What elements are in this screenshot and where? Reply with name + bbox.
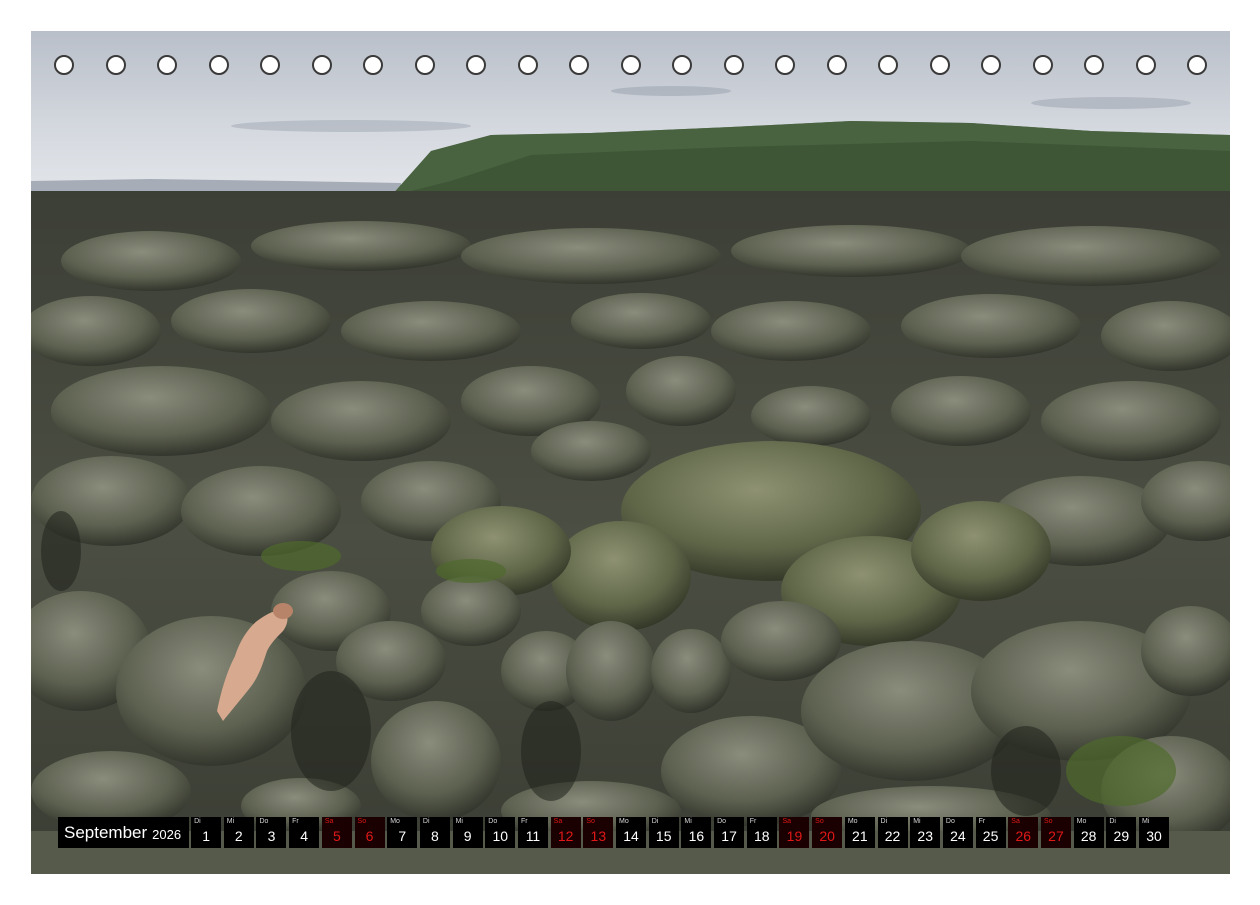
day-cell: Mo 28	[1073, 817, 1104, 848]
day-cell: Do 17	[714, 817, 745, 848]
weekday-abbr: Sa	[553, 818, 563, 825]
weekday-abbr: Mo	[1076, 818, 1087, 825]
day-number: 14	[623, 828, 639, 844]
weekday-abbr: Fr	[520, 818, 528, 825]
day-cell: Mo 14	[616, 817, 647, 848]
weekday-abbr: Do	[717, 818, 727, 825]
weekday-abbr: So	[357, 818, 367, 825]
day-number: 7	[398, 828, 407, 844]
day-number: 10	[492, 828, 509, 844]
day-cell-weekend: Sa 12	[550, 817, 581, 848]
day-cell: Mo 7	[387, 817, 418, 848]
day-number: 3	[267, 828, 276, 844]
day-number: 28	[1080, 828, 1097, 844]
day-number: 23	[917, 828, 933, 844]
day-cell: Di 1	[191, 817, 222, 848]
day-cell: Do 10	[485, 817, 516, 848]
weekday-abbr: Di	[651, 818, 659, 825]
weekday-abbr: Sa	[782, 818, 792, 825]
weekday-abbr: So	[815, 818, 824, 825]
weekday-abbr: Di	[422, 818, 430, 825]
day-number: 18	[753, 828, 770, 844]
weekday-abbr: Mi	[913, 818, 921, 825]
day-cell: Di 22	[877, 817, 908, 848]
weekday-abbr: Sa	[1011, 818, 1020, 825]
day-number: 27	[1048, 828, 1064, 844]
day-cell: Di 15	[648, 817, 679, 848]
day-number: 1	[202, 828, 210, 844]
day-cell: Mi 30	[1139, 817, 1170, 848]
day-number: 6	[365, 828, 374, 844]
day-cell: Fr 18	[746, 817, 777, 848]
day-number: 2	[234, 828, 243, 844]
day-cell-weekend: Sa 5	[321, 817, 352, 848]
weekday-abbr: So	[1043, 818, 1053, 825]
weekday-abbr: Fr	[978, 818, 986, 825]
day-cell: Mi 2	[223, 817, 254, 848]
weekday-abbr: Mi	[455, 818, 463, 825]
day-number: 30	[1146, 828, 1162, 844]
day-cell-weekend: So 20	[812, 817, 843, 848]
day-number: 17	[721, 828, 737, 844]
weekday-abbr: Mo	[390, 818, 400, 825]
day-number: 4	[300, 828, 309, 844]
day-number: 22	[884, 828, 901, 844]
day-number: 5	[332, 828, 341, 844]
day-cell: Mi 9	[452, 817, 483, 848]
day-number: 11	[525, 828, 541, 844]
weekday-abbr: Di	[880, 818, 888, 825]
weekday-abbr: Mo	[619, 818, 629, 825]
landscape-illustration	[31, 31, 1230, 874]
day-cell: Di 8	[419, 817, 450, 848]
day-number: 12	[557, 828, 574, 844]
day-cell: Mi 16	[681, 817, 712, 848]
weekday-abbr: Di	[1109, 818, 1116, 825]
day-number: 26	[1015, 828, 1032, 844]
day-cells: Di 1 Mi 2 Do 3 Fr 4 Sa 5 So 6 Mo 7 Di 8 Mi 9 Do 10 Fr 11 Sa 12 S…	[191, 817, 1172, 848]
day-cell: Fr 4	[289, 817, 320, 848]
day-number: 8	[431, 828, 439, 844]
calendar-strip: September 2026 Di 1 Mi 2 Do 3 Fr 4 Sa 5 So 6 Mo 7 Di 8 M…	[58, 817, 1172, 848]
day-cell: Do 24	[942, 817, 973, 848]
day-number: 24	[950, 828, 966, 844]
day-cell: Do 3	[256, 817, 287, 848]
weekday-abbr: Do	[945, 818, 955, 825]
day-number: 19	[786, 828, 803, 844]
weekday-abbr: Mi	[226, 818, 235, 825]
year: 2026	[152, 826, 182, 842]
weekday-abbr: Sa	[324, 818, 334, 825]
weekday-abbr: Mi	[684, 818, 692, 825]
day-number: 15	[655, 828, 672, 844]
day-cell: Mo 21	[844, 817, 875, 848]
day-number: 29	[1113, 828, 1130, 844]
weekday-abbr: Do	[259, 818, 269, 825]
day-cell: Fr 11	[517, 817, 548, 848]
weekday-abbr: So	[586, 818, 595, 825]
weekday-abbr: Di	[194, 818, 201, 825]
weekday-abbr: Do	[488, 818, 498, 825]
day-cell-weekend: So 13	[583, 817, 614, 848]
day-number: 20	[819, 828, 835, 844]
day-number: 13	[590, 828, 607, 844]
weekday-abbr: Fr	[749, 818, 757, 825]
weekday-abbr: Fr	[292, 818, 299, 825]
day-number: 9	[463, 828, 472, 844]
day-cell-weekend: So 27	[1040, 817, 1071, 848]
weekday-abbr: Mi	[1142, 818, 1150, 825]
day-number: 21	[852, 828, 868, 844]
month-label: September 2026	[58, 817, 190, 848]
day-cell-weekend: So 6	[354, 817, 385, 848]
day-cell: Di 29	[1106, 817, 1137, 848]
day-cell: Fr 25	[975, 817, 1006, 848]
day-cell: Mi 23	[910, 817, 941, 848]
weekday-abbr: Mo	[847, 818, 858, 825]
day-cell-weekend: Sa 19	[779, 817, 810, 848]
calendar-photo	[31, 31, 1230, 874]
day-number: 25	[982, 828, 999, 844]
day-number: 16	[688, 828, 705, 844]
day-cell-weekend: Sa 26	[1008, 817, 1039, 848]
month-name: September	[64, 822, 148, 842]
